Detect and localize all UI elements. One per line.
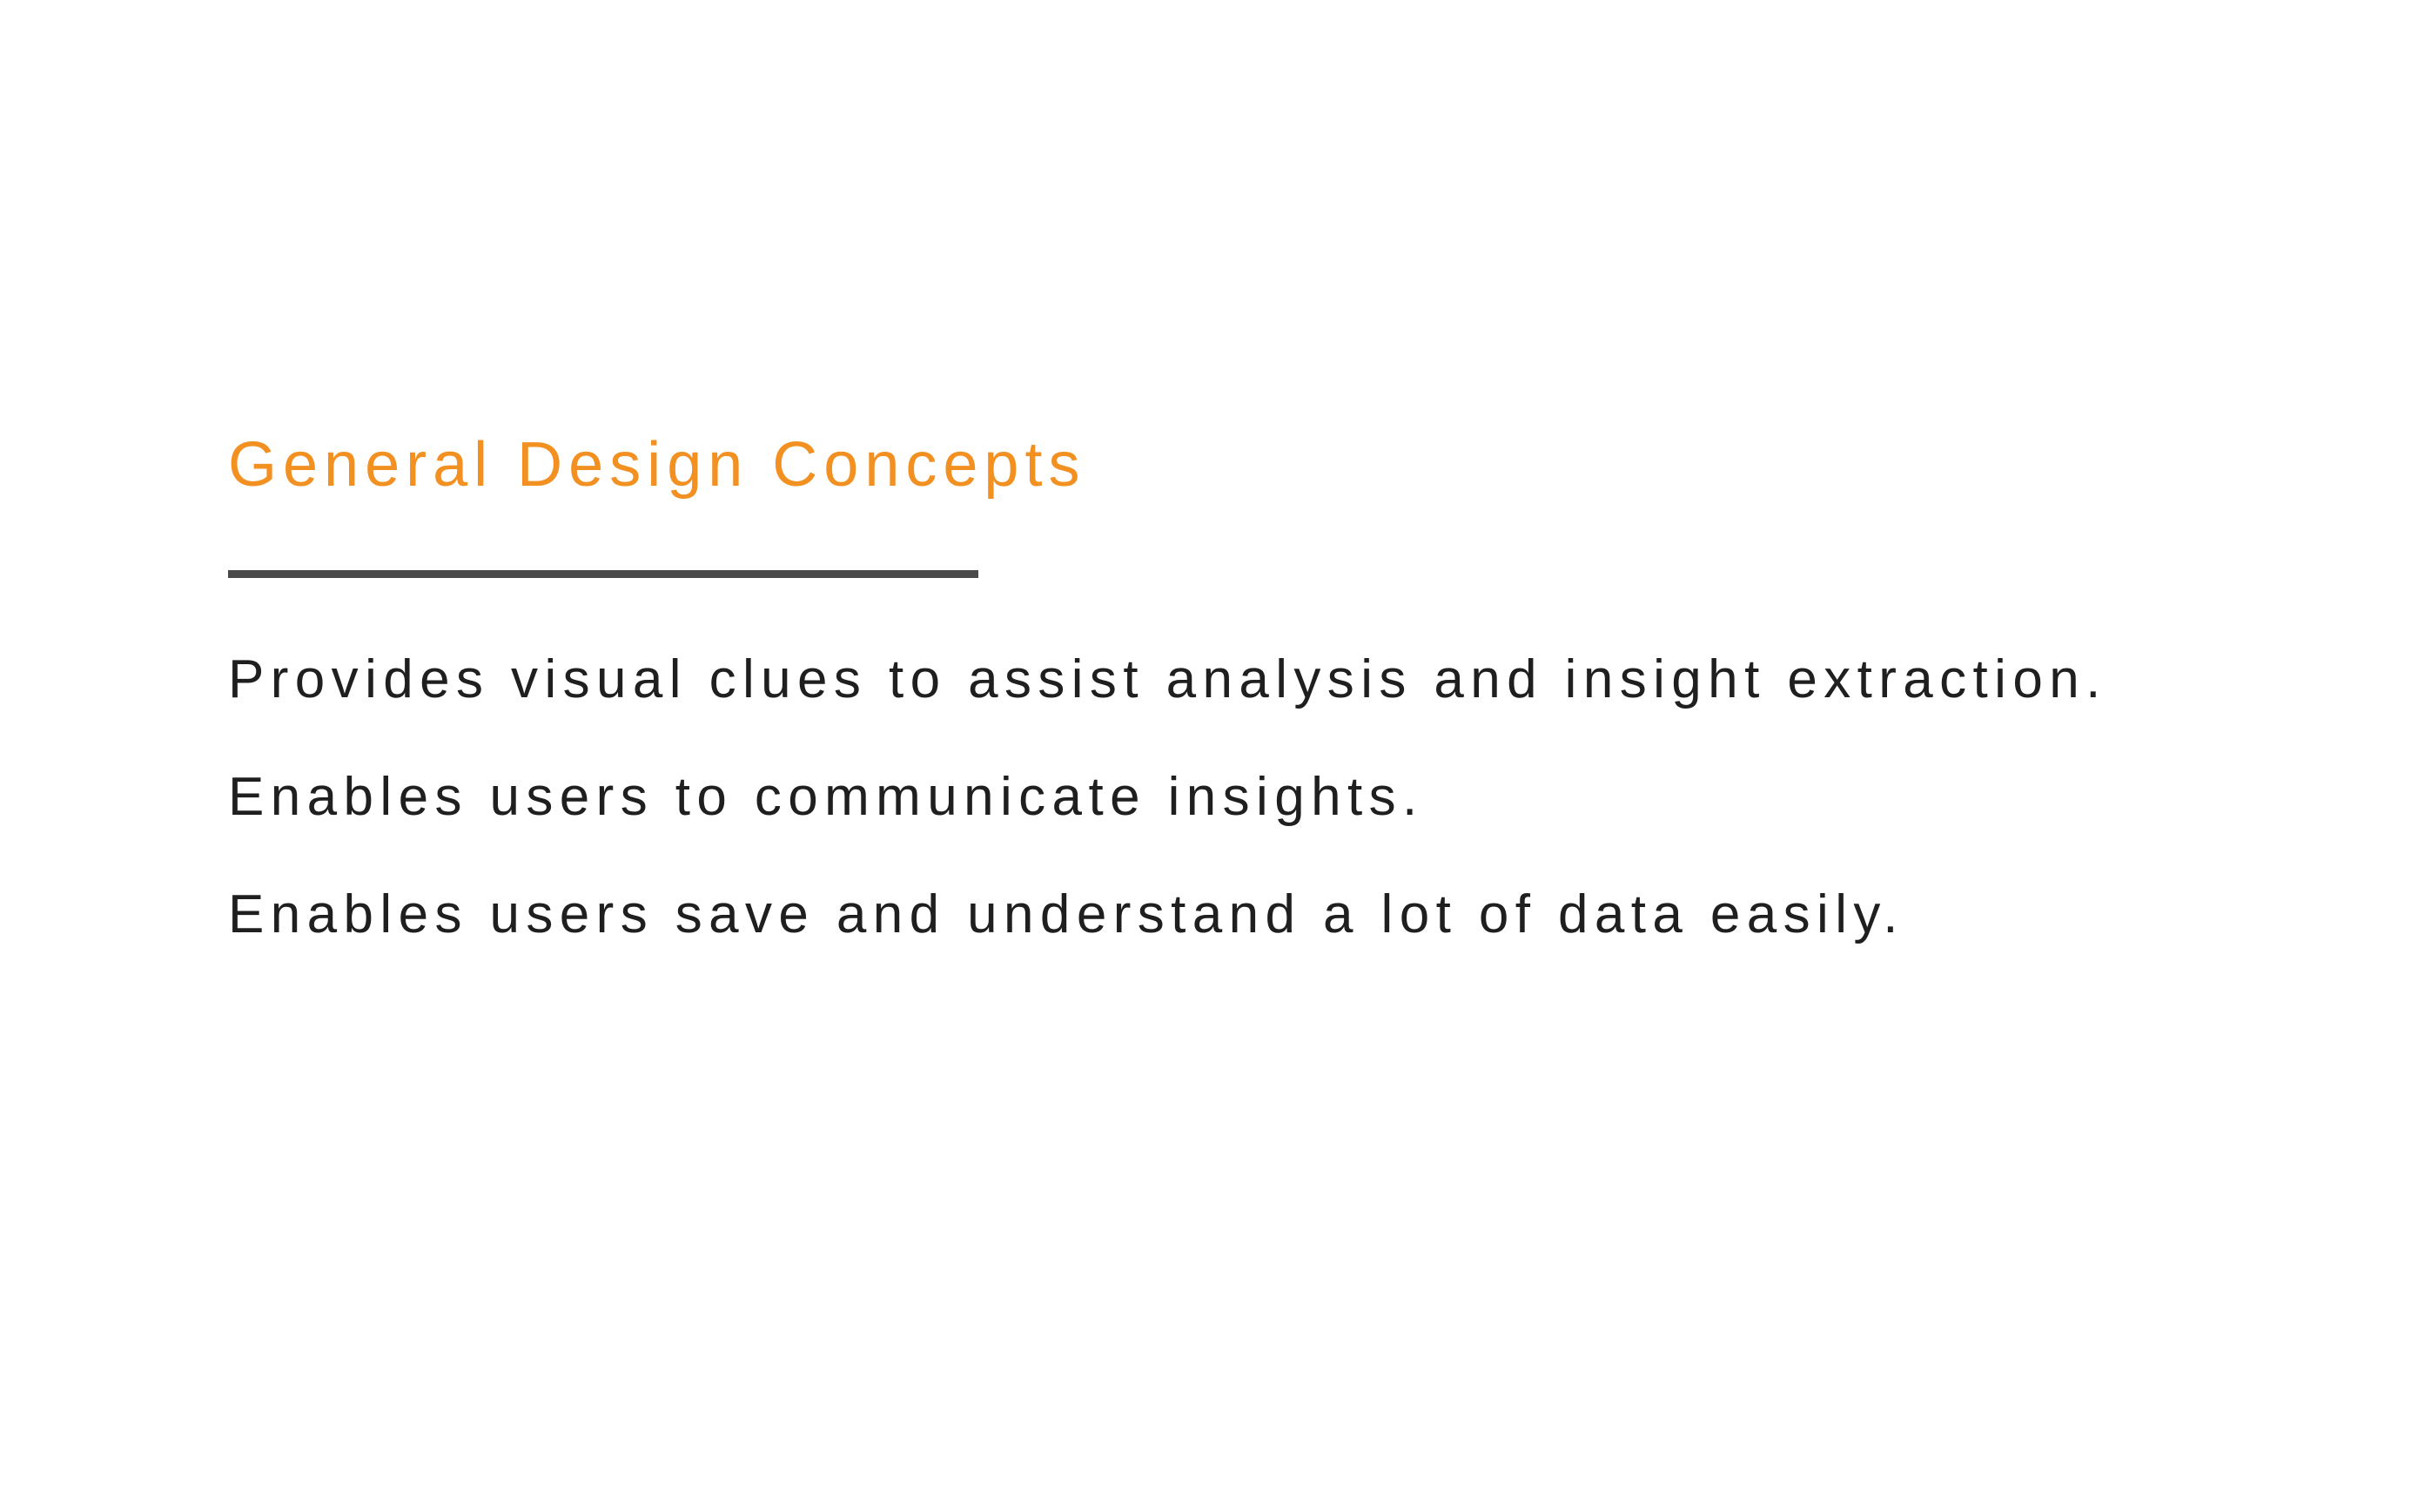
concept-item-visual-clues: Provides visual clues to assist analysis… [228, 649, 2107, 709]
concept-item-save-understand-data: Enables users save and understand a lot … [228, 884, 1904, 944]
slide: General Design Concepts Provides visual … [0, 0, 2418, 1512]
concept-list: Provides visual clues to assist analysis… [228, 653, 2107, 942]
title-underline-divider [228, 570, 978, 578]
slide-title: General Design Concepts [228, 430, 1086, 500]
concept-item-communicate-insights: Enables users to communicate insights. [228, 767, 1424, 827]
